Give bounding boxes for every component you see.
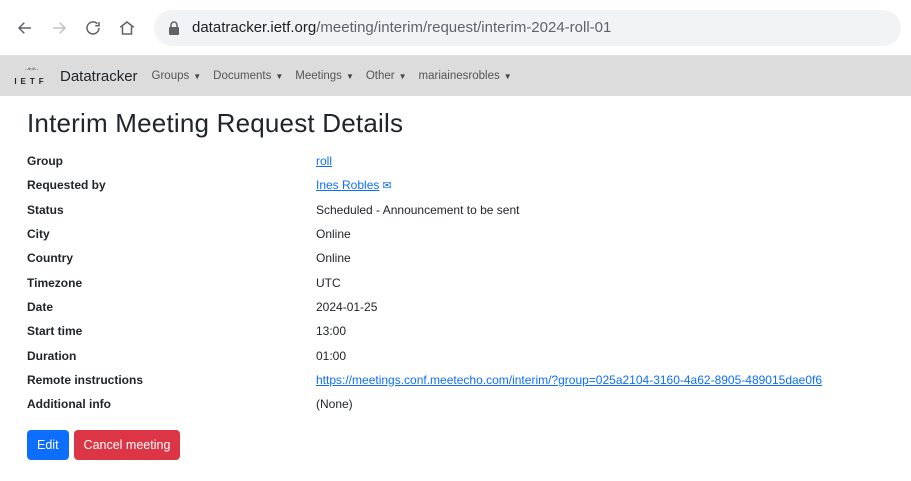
address-bar[interactable]: datatracker.ietf.org/meeting/interim/req… bbox=[154, 9, 901, 46]
cancel-meeting-button[interactable]: Cancel meeting bbox=[73, 430, 181, 461]
caret-down-icon: ▼ bbox=[398, 71, 407, 81]
reload-icon[interactable] bbox=[78, 13, 108, 43]
browser-toolbar: datatracker.ietf.org/meeting/interim/req… bbox=[0, 0, 911, 56]
back-icon[interactable] bbox=[10, 13, 40, 43]
lock-icon bbox=[169, 20, 179, 35]
detail-label: Date bbox=[27, 299, 54, 314]
detail-label: Status bbox=[27, 202, 64, 217]
detail-row-duration: Duration 01:00 bbox=[27, 343, 911, 367]
detail-label: Start time bbox=[27, 324, 83, 339]
menu-groups[interactable]: Groups ▼ bbox=[152, 70, 202, 82]
detail-row-additional-info: Additional info (None) bbox=[27, 392, 911, 416]
main-content: Interim Meeting Request Details Group ro… bbox=[0, 96, 911, 461]
url-path: /meeting/interim/request/interim-2024-ro… bbox=[316, 19, 612, 36]
caret-down-icon: ▼ bbox=[503, 71, 512, 81]
date-value: 2024-01-25 bbox=[316, 299, 378, 314]
detail-label: City bbox=[27, 227, 50, 242]
start-time-value: 13:00 bbox=[316, 324, 347, 339]
requester-link[interactable]: Ines Robles bbox=[316, 178, 379, 192]
caret-down-icon: ▼ bbox=[345, 71, 354, 81]
detail-row-country: Country Online bbox=[27, 246, 911, 270]
detail-label: Group bbox=[27, 154, 63, 169]
caret-down-icon: ▼ bbox=[275, 71, 284, 81]
detail-label: Additional info bbox=[27, 397, 111, 412]
detail-row-city: City Online bbox=[27, 222, 911, 246]
detail-row-remote-instructions: Remote instructions https://meetings.con… bbox=[27, 368, 911, 392]
logo-dots-icon: ·∙•◦•∙· bbox=[24, 64, 38, 74]
detail-row-status: Status Scheduled - Announcement to be se… bbox=[27, 198, 911, 222]
timezone-value: UTC bbox=[316, 275, 341, 290]
envelope-icon[interactable]: ✉ bbox=[382, 180, 391, 192]
action-buttons: Edit Cancel meeting bbox=[27, 430, 911, 461]
group-link[interactable]: roll bbox=[316, 154, 332, 168]
url-host: datatracker.ietf.org bbox=[192, 19, 317, 36]
menu-user-label: mariainesrobles bbox=[418, 70, 500, 82]
duration-value: 01:00 bbox=[316, 348, 347, 363]
detail-row-requested-by: Requested by Ines Robles ✉ bbox=[27, 173, 911, 197]
ietf-logo[interactable]: ·∙•◦•∙· IETF bbox=[10, 61, 52, 91]
remote-instructions-link[interactable]: https://meetings.conf.meetecho.com/inter… bbox=[316, 373, 822, 387]
edit-button[interactable]: Edit bbox=[27, 430, 69, 461]
detail-label: Duration bbox=[27, 348, 77, 363]
menu-groups-label: Groups bbox=[151, 70, 190, 82]
detail-label: Remote instructions bbox=[27, 372, 144, 387]
country-value: Online bbox=[316, 251, 351, 266]
home-icon[interactable] bbox=[112, 13, 142, 43]
logo-text: IETF bbox=[14, 77, 48, 86]
site-navbar: ·∙•◦•∙· IETF Datatracker Groups ▼ Documen… bbox=[0, 56, 911, 96]
status-value: Scheduled - Announcement to be sent bbox=[316, 202, 520, 217]
detail-row-group: Group roll bbox=[27, 149, 911, 173]
city-value: Online bbox=[316, 227, 351, 242]
forward-icon[interactable] bbox=[44, 13, 74, 43]
page-title: Interim Meeting Request Details bbox=[27, 108, 404, 138]
detail-row-timezone: Timezone UTC bbox=[27, 270, 911, 294]
menu-meetings-label: Meetings bbox=[295, 70, 342, 82]
detail-row-start-time: Start time 13:00 bbox=[27, 319, 911, 343]
menu-documents-label: Documents bbox=[213, 70, 272, 82]
menu-other-label: Other bbox=[365, 70, 395, 82]
detail-label: Requested by bbox=[27, 178, 106, 193]
detail-row-date: Date 2024-01-25 bbox=[27, 295, 911, 319]
menu-documents[interactable]: Documents ▼ bbox=[213, 70, 283, 82]
caret-down-icon: ▼ bbox=[193, 71, 202, 81]
menu-user[interactable]: mariainesrobles ▼ bbox=[419, 70, 512, 82]
brand-link[interactable]: Datatracker bbox=[60, 68, 138, 85]
detail-label: Timezone bbox=[27, 275, 83, 290]
detail-label: Country bbox=[27, 251, 73, 266]
menu-other[interactable]: Other ▼ bbox=[366, 70, 407, 82]
additional-info-value: (None) bbox=[316, 397, 353, 412]
menu-meetings[interactable]: Meetings ▼ bbox=[295, 70, 354, 82]
